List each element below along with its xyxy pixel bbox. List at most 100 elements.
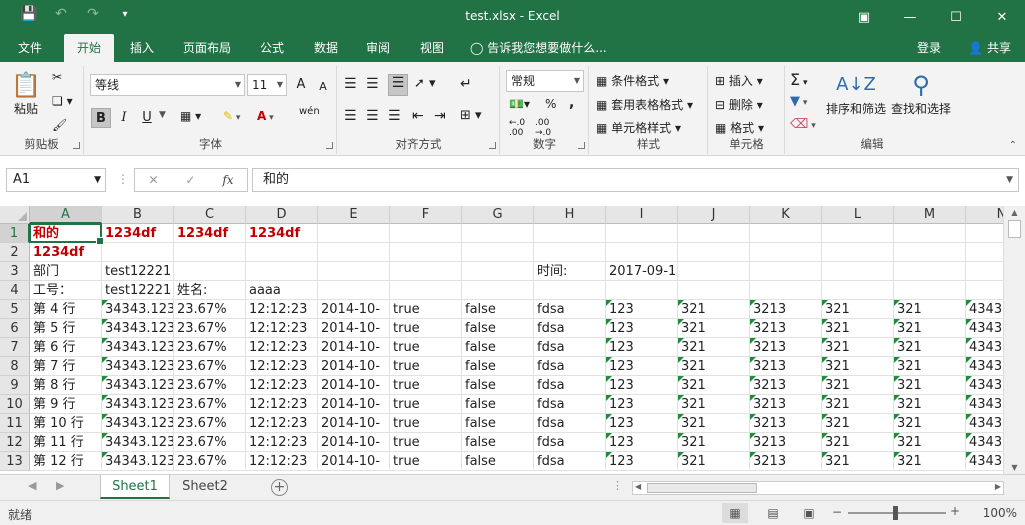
cell-d4[interactable]: aaaa	[246, 281, 318, 300]
cell-e5[interactable]: 2014-10-	[318, 300, 390, 319]
cell-i10[interactable]: 123	[606, 395, 678, 414]
cell-l10[interactable]: 321	[822, 395, 894, 414]
cell-m11[interactable]: 321	[894, 414, 966, 433]
cell-g10[interactable]: false	[462, 395, 534, 414]
cell-k6[interactable]: 3213	[750, 319, 822, 338]
cell-i5[interactable]: 123	[606, 300, 678, 319]
scroll-left-icon[interactable]: ◀	[635, 482, 641, 491]
tab-review[interactable]: 审阅	[354, 34, 402, 62]
cell-h8[interactable]: fdsa	[534, 357, 606, 376]
cell-d2[interactable]	[246, 243, 318, 262]
cell-f11[interactable]: true	[390, 414, 462, 433]
cell-k4[interactable]	[750, 281, 822, 300]
cell-b3[interactable]: test12221	[102, 262, 174, 281]
cell-c7[interactable]: 23.67%	[174, 338, 246, 357]
cell-f1[interactable]	[390, 224, 462, 243]
cell-k8[interactable]: 3213	[750, 357, 822, 376]
cell-d13[interactable]: 12:12:23	[246, 452, 318, 471]
cell-g9[interactable]: false	[462, 376, 534, 395]
cell-j2[interactable]	[678, 243, 750, 262]
cell-h2[interactable]	[534, 243, 606, 262]
cell-e10[interactable]: 2014-10-	[318, 395, 390, 414]
cell-d3[interactable]	[246, 262, 318, 281]
cell-a3[interactable]: 部门	[30, 262, 102, 281]
cell-h6[interactable]: fdsa	[534, 319, 606, 338]
cell-i12[interactable]: 123	[606, 433, 678, 452]
cell-k7[interactable]: 3213	[750, 338, 822, 357]
cell-m2[interactable]	[894, 243, 966, 262]
conditional-format-button[interactable]: ▦ 条件格式 ▾	[596, 72, 669, 89]
cell-l8[interactable]: 321	[822, 357, 894, 376]
cell-d10[interactable]: 12:12:23	[246, 395, 318, 414]
row-header-3[interactable]: 3	[0, 262, 30, 281]
cell-h10[interactable]: fdsa	[534, 395, 606, 414]
cell-k11[interactable]: 3213	[750, 414, 822, 433]
align-middle-icon[interactable]: ☰	[388, 74, 408, 96]
zoom-out-icon[interactable]: −	[832, 505, 842, 519]
cell-j7[interactable]: 321	[678, 338, 750, 357]
cell-n3[interactable]	[966, 262, 1003, 281]
cell-g13[interactable]: false	[462, 452, 534, 471]
cell-m3[interactable]	[894, 262, 966, 281]
cell-f6[interactable]: true	[390, 319, 462, 338]
cell-m8[interactable]: 321	[894, 357, 966, 376]
zoom-slider-knob[interactable]	[893, 506, 898, 520]
clear-icon[interactable]: ⌫ ▾	[790, 117, 816, 132]
cell-l6[interactable]: 321	[822, 319, 894, 338]
align-left-icon[interactable]: ☰	[344, 108, 357, 124]
row-header-12[interactable]: 12	[0, 433, 30, 452]
cell-g2[interactable]	[462, 243, 534, 262]
cell-e11[interactable]: 2014-10-	[318, 414, 390, 433]
sheet-tab-sheet1[interactable]: Sheet1	[100, 475, 170, 499]
cell-e4[interactable]	[318, 281, 390, 300]
tab-data[interactable]: 数据	[302, 34, 350, 62]
increase-decimal-icon[interactable]: ←.0.00	[509, 118, 525, 138]
autosum-icon[interactable]: Σ ▾	[790, 70, 808, 89]
bold-button[interactable]: B	[91, 108, 111, 128]
column-header-a[interactable]: A	[30, 206, 102, 224]
cell-l1[interactable]	[822, 224, 894, 243]
cell-h11[interactable]: fdsa	[534, 414, 606, 433]
cell-k3[interactable]	[750, 262, 822, 281]
cell-e13[interactable]: 2014-10-	[318, 452, 390, 471]
cell-a5[interactable]: 第 4 行	[30, 300, 102, 319]
cell-l13[interactable]: 321	[822, 452, 894, 471]
number-launcher[interactable]	[578, 142, 585, 149]
cell-h9[interactable]: fdsa	[534, 376, 606, 395]
row-header-4[interactable]: 4	[0, 281, 30, 300]
cell-l3[interactable]	[822, 262, 894, 281]
cell-a10[interactable]: 第 9 行	[30, 395, 102, 414]
zoom-in-icon[interactable]: +	[950, 504, 960, 518]
column-header-g[interactable]: G	[462, 206, 534, 224]
font-launcher[interactable]	[326, 142, 333, 149]
cell-d11[interactable]: 12:12:23	[246, 414, 318, 433]
cell-b11[interactable]: 34343.123	[102, 414, 174, 433]
alignment-launcher[interactable]	[489, 142, 496, 149]
align-bottom-icon[interactable]: ☰	[366, 76, 379, 92]
cell-f3[interactable]	[390, 262, 462, 281]
cell-b13[interactable]: 34343.123	[102, 452, 174, 471]
cell-c11[interactable]: 23.67%	[174, 414, 246, 433]
tab-split-handle[interactable]: ⋮	[612, 479, 623, 492]
cell-d1[interactable]: 1234df	[246, 224, 318, 243]
cell-j4[interactable]	[678, 281, 750, 300]
cell-c13[interactable]: 23.67%	[174, 452, 246, 471]
cell-f12[interactable]: true	[390, 433, 462, 452]
cell-f9[interactable]: true	[390, 376, 462, 395]
cell-f10[interactable]: true	[390, 395, 462, 414]
cell-f2[interactable]	[390, 243, 462, 262]
cell-b6[interactable]: 34343.123	[102, 319, 174, 338]
tab-home[interactable]: 开始	[64, 34, 114, 62]
cell-g4[interactable]	[462, 281, 534, 300]
cell-k9[interactable]: 3213	[750, 376, 822, 395]
column-header-n[interactable]: N	[966, 206, 1003, 224]
login-link[interactable]: 登录	[917, 34, 941, 62]
cell-c8[interactable]: 23.67%	[174, 357, 246, 376]
cell-b2[interactable]	[102, 243, 174, 262]
scroll-up-icon[interactable]: ▲	[1004, 208, 1025, 217]
cell-g11[interactable]: false	[462, 414, 534, 433]
cell-g8[interactable]: false	[462, 357, 534, 376]
name-box[interactable]: A1 ▼	[6, 168, 106, 192]
horizontal-scrollbar[interactable]: ◀ ▶	[632, 481, 1004, 495]
scroll-down-icon[interactable]: ▼	[1004, 463, 1025, 472]
